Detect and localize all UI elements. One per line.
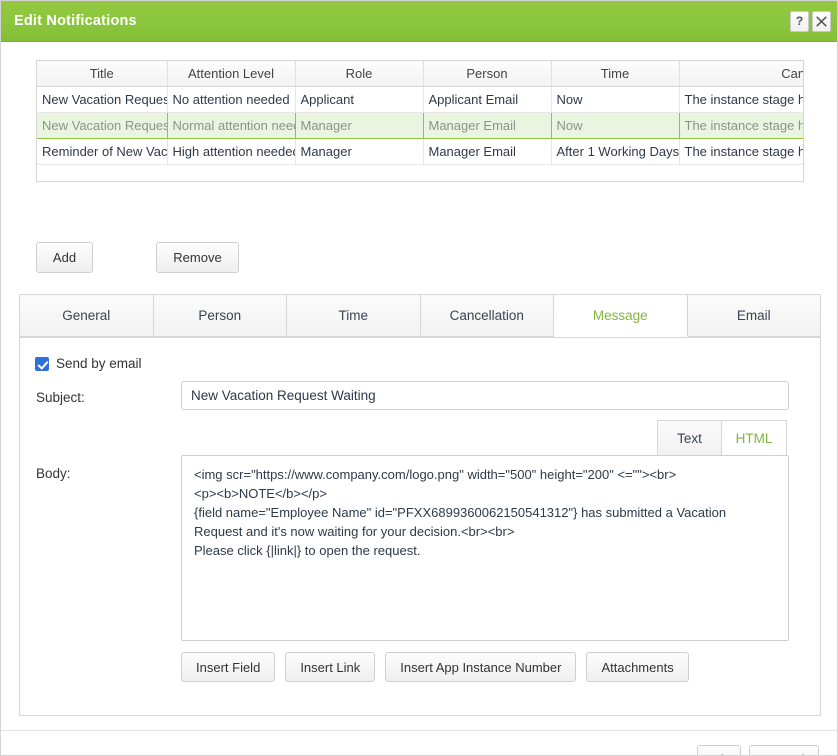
body-label: Body: xyxy=(36,466,71,481)
cell-cancellation: The instance stage has been completed xyxy=(679,138,803,165)
cell-title: New Vacation Request xyxy=(37,111,168,139)
cell-time: Now xyxy=(551,86,680,113)
tab-cancellation[interactable]: Cancellation xyxy=(420,294,554,337)
question-mark-icon: ? xyxy=(795,14,804,28)
dialog-footer: Ok Cancel xyxy=(1,730,837,755)
cell-attention-level: No attention needed xyxy=(167,86,296,113)
tab-panel-message: Send by email Subject: Text HTML Body: <… xyxy=(19,338,821,716)
cell-title: Reminder of New Vacation Request xyxy=(37,138,168,165)
subject-input[interactable] xyxy=(181,381,789,410)
notifications-table: Title Attention Level Role Person Time C… xyxy=(37,61,803,181)
notification-detail-tabs: General Person Time Cancellation Message… xyxy=(19,294,821,716)
cancel-button[interactable]: Cancel xyxy=(749,745,819,755)
column-header-time[interactable]: Time xyxy=(551,61,680,87)
cell-attention-level: Normal attention needed xyxy=(167,111,296,139)
dialog-titlebar: Edit Notifications ? xyxy=(1,1,837,42)
cell-time: After 1 Working Days xyxy=(551,138,680,165)
column-header-title[interactable]: Title xyxy=(37,61,168,87)
table-row[interactable]: New Vacation Request No attention needed… xyxy=(37,86,803,113)
body-textarea[interactable]: <img scr="https://www.company.com/logo.p… xyxy=(181,455,789,641)
body-format-tabs: Text HTML xyxy=(657,420,787,456)
dialog-title: Edit Notifications xyxy=(14,13,137,29)
cell-person: Manager Email xyxy=(423,111,552,139)
subject-label: Subject: xyxy=(36,390,85,405)
notifications-grid[interactable]: Title Attention Level Role Person Time C… xyxy=(36,60,804,182)
cell-time: Now xyxy=(551,111,680,139)
tab-general[interactable]: General xyxy=(19,294,154,337)
tab-time[interactable]: Time xyxy=(287,294,421,337)
close-icon xyxy=(816,15,827,27)
tab-email[interactable]: Email xyxy=(687,294,821,337)
table-row-selected[interactable]: New Vacation Request Normal attention ne… xyxy=(37,111,803,139)
cell-empty xyxy=(37,164,803,181)
table-empty-row xyxy=(37,164,803,181)
tab-html[interactable]: HTML xyxy=(722,420,787,456)
help-button[interactable]: ? xyxy=(790,10,809,32)
footer-buttons: Ok Cancel xyxy=(697,745,819,755)
send-by-email-checkbox[interactable] xyxy=(35,356,49,371)
tab-person[interactable]: Person xyxy=(153,294,287,337)
column-header-person[interactable]: Person xyxy=(423,61,552,87)
dialog-content: Title Attention Level Role Person Time C… xyxy=(1,42,837,755)
cell-person: Applicant Email xyxy=(423,86,552,113)
column-header-cancellation[interactable]: Cancellation xyxy=(679,61,803,87)
send-by-email-label: Send by email xyxy=(56,356,142,371)
grid-actions: Add Remove xyxy=(36,242,436,274)
titlebar-buttons: ? xyxy=(790,10,831,32)
close-button[interactable] xyxy=(812,10,831,32)
insert-button-row: Insert Field Insert Link Insert App Inst… xyxy=(181,652,689,682)
attachments-button[interactable]: Attachments xyxy=(586,652,689,682)
cell-cancellation: The instance stage has been completed xyxy=(679,111,803,139)
send-by-email-row: Send by email xyxy=(35,356,142,371)
tab-message[interactable]: Message xyxy=(554,294,688,337)
cell-title: New Vacation Request xyxy=(37,86,168,113)
column-header-attention-level[interactable]: Attention Level xyxy=(167,61,296,87)
add-button[interactable]: Add xyxy=(36,242,93,273)
table-row[interactable]: Reminder of New Vacation Request High at… xyxy=(37,138,803,165)
remove-button[interactable]: Remove xyxy=(156,242,239,273)
cell-role: Applicant xyxy=(295,86,424,113)
cell-attention-level: High attention needed xyxy=(167,138,296,165)
tab-text[interactable]: Text xyxy=(657,420,722,456)
cell-role: Manager xyxy=(295,111,424,139)
cell-cancellation: The instance stage has been completed xyxy=(679,86,803,113)
insert-link-button[interactable]: Insert Link xyxy=(285,652,376,682)
cell-role: Manager xyxy=(295,138,424,165)
insert-app-instance-number-button[interactable]: Insert App Instance Number xyxy=(385,652,577,682)
cell-person: Manager Email xyxy=(423,138,552,165)
insert-field-button[interactable]: Insert Field xyxy=(181,652,276,682)
tabstrip: General Person Time Cancellation Message… xyxy=(19,294,821,338)
ok-button[interactable]: Ok xyxy=(697,745,741,755)
table-header-row: Title Attention Level Role Person Time C… xyxy=(37,61,803,87)
column-header-role[interactable]: Role xyxy=(295,61,424,87)
edit-notifications-dialog: Edit Notifications ? Title Attention Lev… xyxy=(0,0,838,756)
